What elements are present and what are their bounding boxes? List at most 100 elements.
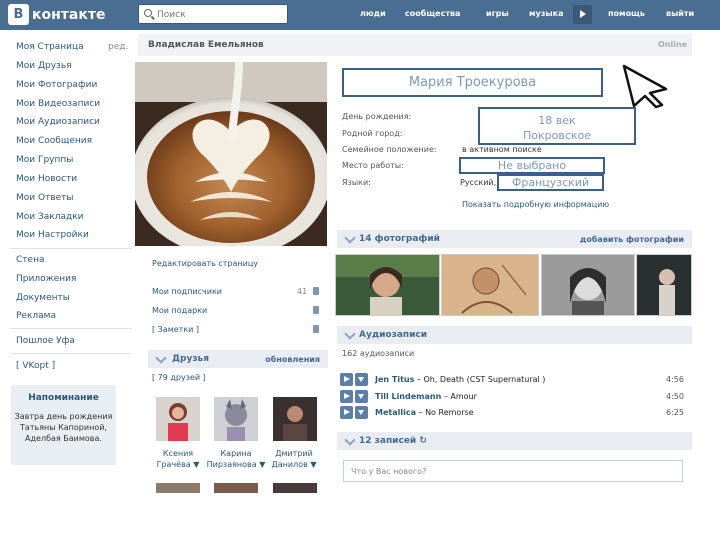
track-title[interactable]: Jen Titus – Oh, Death (CST Supernatural … bbox=[375, 375, 545, 384]
friend-avatar[interactable] bbox=[273, 483, 317, 493]
track-artist: Jen Titus bbox=[375, 375, 415, 384]
vk-logo-badge: B bbox=[8, 4, 29, 25]
sidebar-edit-link[interactable]: ред. bbox=[108, 42, 128, 52]
track-name: – No Remorse bbox=[415, 408, 474, 417]
hometown-label: Родной город: bbox=[342, 129, 403, 138]
friend-name[interactable]: Ксения Грачёва ▼ bbox=[150, 448, 206, 470]
nav-music[interactable]: музыка bbox=[529, 9, 563, 18]
search-placeholder: Поиск bbox=[157, 10, 186, 20]
sidebar-item-videos[interactable]: Мои Видеозаписи bbox=[16, 99, 100, 109]
play-icon[interactable] bbox=[340, 373, 353, 386]
notes-icon bbox=[313, 325, 319, 333]
family-value[interactable]: в активном поиске bbox=[462, 145, 542, 154]
friend-name[interactable]: Дмитрий Данилов ▼ bbox=[266, 448, 322, 470]
sidebar-item-documents[interactable]: Документы bbox=[16, 293, 70, 303]
birthday-label: День рождения: bbox=[342, 112, 412, 121]
sidebar-item-answers[interactable]: Мои Ответы bbox=[16, 193, 74, 203]
friends-count-link[interactable]: [ 79 друзей ] bbox=[152, 373, 206, 382]
audio-track[interactable]: Jen Titus – Oh, Death (CST Supernatural … bbox=[340, 373, 686, 387]
sidebar-item-groups[interactable]: Мои Группы bbox=[16, 155, 73, 165]
friend-first-name: Дмитрий bbox=[275, 449, 313, 458]
languages-value: Русский, bbox=[460, 178, 497, 187]
sidebar-item-vkopt[interactable]: [ VKopt ] bbox=[16, 361, 55, 371]
subscribers-count: 41 bbox=[297, 287, 308, 296]
sidebar-item-photos[interactable]: Мои Фотографии bbox=[16, 80, 97, 90]
search-input[interactable]: Поиск bbox=[138, 4, 288, 24]
online-status: Online bbox=[658, 40, 688, 49]
friend-avatar[interactable] bbox=[273, 397, 317, 441]
subscribers-icon bbox=[313, 287, 319, 295]
collapse-arrow-icon bbox=[155, 352, 167, 364]
nav-people[interactable]: люди bbox=[360, 9, 386, 18]
sidebar-item-audio[interactable]: Мои Аудиозаписи bbox=[16, 117, 100, 127]
audio-track[interactable]: Metallica – No Remorse 6:25 bbox=[340, 406, 686, 420]
track-name: – Oh, Death (CST Supernatural ) bbox=[414, 375, 546, 384]
sidebar-item-my-page[interactable]: Моя Страница bbox=[16, 42, 84, 52]
work-label: Место работы: bbox=[342, 161, 404, 170]
gifts-link[interactable]: Мои подарки bbox=[152, 306, 207, 315]
add-track-icon[interactable] bbox=[355, 390, 368, 403]
work-overlay-box: Не выбрано bbox=[459, 157, 605, 174]
name-overlay-box: Мария Троекурова bbox=[342, 68, 603, 97]
photo-thumbnail[interactable] bbox=[335, 254, 440, 316]
sidebar-item-wall[interactable]: Стена bbox=[16, 255, 44, 265]
add-photos-link[interactable]: добавить фотографии bbox=[580, 235, 684, 244]
audio-section-header[interactable]: Аудиозаписи bbox=[337, 326, 692, 344]
sidebar-item-messages[interactable]: Мои Сообщения bbox=[16, 136, 92, 146]
friends-section-header[interactable]: Друзья обновления bbox=[148, 350, 328, 368]
collapse-arrow-icon bbox=[344, 232, 356, 244]
friend-avatar[interactable] bbox=[214, 483, 258, 493]
play-icon[interactable] bbox=[340, 406, 353, 419]
notes-link[interactable]: [ Заметки ] bbox=[152, 325, 199, 334]
sidebar-item-apps[interactable]: Приложения bbox=[16, 274, 76, 284]
vk-logo[interactable]: B контакте bbox=[8, 4, 105, 25]
play-icon[interactable] bbox=[340, 390, 353, 403]
photos-section-header[interactable]: 14 фотографий добавить фотографии bbox=[337, 230, 692, 248]
vk-logo-text: контакте bbox=[32, 6, 106, 23]
friend-avatar[interactable] bbox=[214, 397, 258, 441]
nav-communities[interactable]: сообщества bbox=[405, 9, 460, 18]
birthday-reminder: Напоминание Завтра день рождения Татьяны… bbox=[11, 385, 116, 465]
friend-avatar[interactable] bbox=[156, 397, 200, 441]
sidebar-item-group-ufa[interactable]: Пошлое Уфа bbox=[16, 336, 75, 346]
friends-updates-link[interactable]: обновления bbox=[265, 355, 320, 364]
info-overlay-box: 18 век Покровское bbox=[478, 107, 636, 145]
profile-photo[interactable] bbox=[135, 62, 327, 246]
friend-last-name: Пирзаянова ▼ bbox=[206, 460, 266, 469]
track-duration: 4:56 bbox=[666, 375, 684, 384]
nav-help[interactable]: помощь bbox=[608, 9, 645, 18]
music-play-icon[interactable] bbox=[573, 5, 592, 24]
friend-photo-image bbox=[156, 397, 200, 441]
audio-track[interactable]: Till Lindemann – Amour 4:50 bbox=[340, 390, 686, 404]
nav-logout[interactable]: выйти bbox=[666, 9, 694, 18]
sidebar-item-bookmarks[interactable]: Мои Закладки bbox=[16, 212, 83, 222]
photo-thumbnail[interactable] bbox=[541, 254, 635, 316]
add-track-icon[interactable] bbox=[355, 373, 368, 386]
edit-page-link[interactable]: Редактировать страницу bbox=[152, 259, 258, 268]
show-more-info-link[interactable]: Показать подробную информацию bbox=[462, 200, 609, 209]
friends-title: Друзья bbox=[172, 354, 210, 364]
sidebar-item-settings[interactable]: Мои Настройки bbox=[16, 230, 89, 240]
track-title[interactable]: Metallica – No Remorse bbox=[375, 408, 474, 417]
photo-thumbnail[interactable] bbox=[636, 254, 692, 316]
languages-label: Языки: bbox=[342, 178, 371, 187]
reminder-title: Напоминание bbox=[28, 393, 99, 403]
nav-games[interactable]: игры bbox=[486, 9, 509, 18]
profile-name: Владислав Емельянов bbox=[148, 40, 264, 50]
friend-avatar[interactable] bbox=[156, 483, 200, 493]
wall-post-input[interactable]: Что у Вас нового? bbox=[343, 460, 683, 482]
wall-section-header[interactable]: 12 записей ↻ bbox=[337, 432, 692, 450]
sidebar-item-ads[interactable]: Реклама bbox=[16, 311, 56, 321]
search-icon bbox=[144, 9, 152, 17]
track-artist: Till Lindemann bbox=[375, 392, 442, 401]
subscribers-link[interactable]: Мои подписчики bbox=[152, 287, 222, 296]
sidebar-item-friends[interactable]: Мои Друзья bbox=[16, 61, 72, 71]
track-duration: 4:50 bbox=[666, 392, 684, 401]
add-track-icon[interactable] bbox=[355, 406, 368, 419]
track-title[interactable]: Till Lindemann – Amour bbox=[375, 392, 477, 401]
photo-thumbnail[interactable] bbox=[441, 254, 539, 316]
sidebar-item-news[interactable]: Мои Новости bbox=[16, 174, 77, 184]
friend-name[interactable]: Карина Пирзаянова ▼ bbox=[206, 448, 266, 470]
photo-thumbnail-image bbox=[442, 255, 538, 315]
collapse-arrow-icon bbox=[344, 434, 356, 446]
